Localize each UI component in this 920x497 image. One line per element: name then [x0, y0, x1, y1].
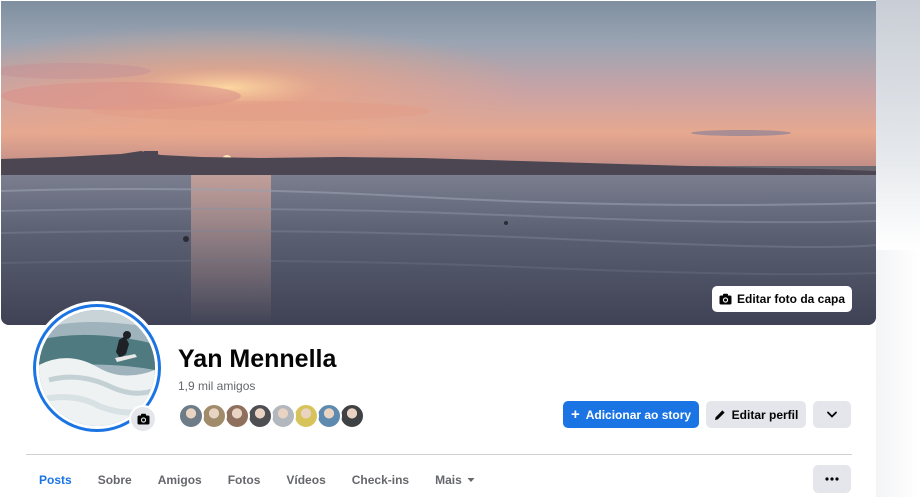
camera-icon [719, 293, 732, 305]
friend-count-link[interactable]: 1,9 mil amigos [178, 379, 255, 393]
tab-label: Amigos [157, 472, 202, 487]
friend-avatar[interactable] [201, 403, 227, 429]
friend-avatar[interactable] [293, 403, 319, 429]
tab-label: Posts [39, 472, 72, 487]
tab-label: Fotos [227, 472, 261, 487]
edit-profile-label: Editar perfil [731, 407, 799, 422]
tabs-divider [26, 454, 852, 455]
friend-avatar[interactable] [247, 403, 273, 429]
tab-label: Check-ins [351, 472, 410, 487]
friend-avatar[interactable] [178, 403, 204, 429]
add-to-story-button[interactable]: + Adicionar ao story [563, 401, 699, 428]
caret-down-icon [467, 477, 475, 482]
more-options-button[interactable] [813, 465, 851, 493]
camera-icon [137, 413, 149, 425]
cover-photo[interactable]: Editar foto da capa [1, 1, 876, 325]
chevron-down-icon [827, 411, 837, 418]
tab-posts[interactable]: Posts [26, 462, 85, 497]
tab-mais[interactable]: Mais [422, 462, 488, 497]
friend-avatar[interactable] [316, 403, 342, 429]
friend-avatar-list [178, 403, 365, 429]
friend-avatar[interactable] [270, 403, 296, 429]
cover-sunset-image [1, 1, 876, 325]
tab-check-ins[interactable]: Check-ins [339, 462, 422, 497]
tab-fotos[interactable]: Fotos [215, 462, 274, 497]
tab-label: Vídeos [286, 472, 326, 487]
tab-label: Mais [435, 472, 462, 487]
page-edge-shade [876, 0, 920, 250]
add-to-story-label: Adicionar ao story [585, 407, 692, 422]
tab-label: Sobre [97, 472, 132, 487]
profile-name: Yan Mennella [178, 345, 337, 373]
tab-amigos[interactable]: Amigos [145, 462, 215, 497]
friend-avatar[interactable] [339, 403, 365, 429]
profile-tabs: Posts Sobre Amigos Fotos Vídeos Check-in… [26, 462, 488, 497]
plus-icon: + [570, 406, 580, 423]
tab-videos[interactable]: Vídeos [273, 462, 338, 497]
profile-page: Editar foto da capa Yan Mennella 1,9 mil… [0, 0, 920, 497]
edit-cover-photo-button[interactable]: Editar foto da capa [712, 286, 852, 312]
pencil-icon [714, 409, 725, 420]
edit-cover-photo-label: Editar foto da capa [736, 292, 846, 306]
profile-options-dropdown-button[interactable] [813, 401, 851, 428]
ellipsis-icon [825, 477, 839, 481]
edit-profile-button[interactable]: Editar perfil [706, 401, 806, 428]
tab-sobre[interactable]: Sobre [85, 462, 145, 497]
update-profile-photo-button[interactable] [129, 405, 157, 433]
friend-avatar[interactable] [224, 403, 250, 429]
